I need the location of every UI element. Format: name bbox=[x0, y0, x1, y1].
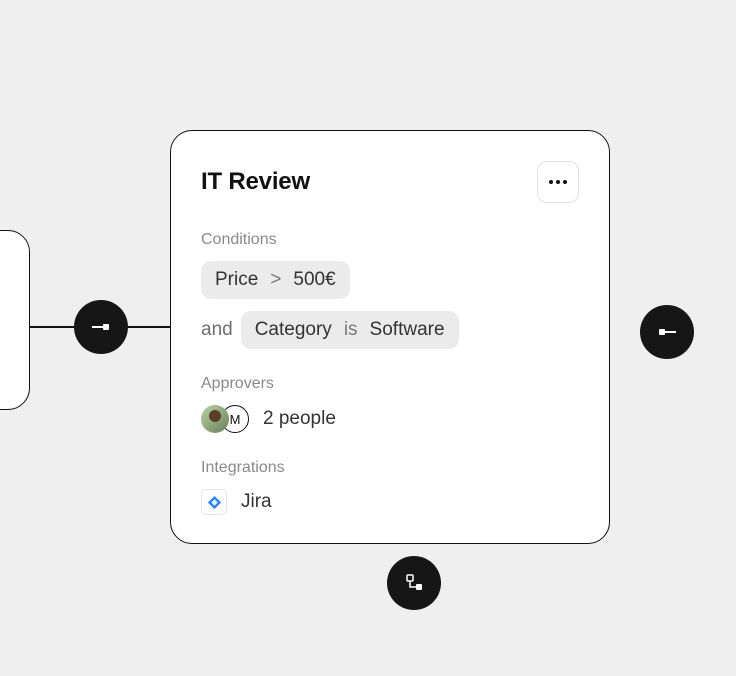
add-branch-node[interactable] bbox=[387, 556, 441, 610]
condition-key: Price bbox=[215, 269, 258, 291]
branch-icon bbox=[404, 574, 424, 592]
condition-row-2: and Category is Software bbox=[201, 311, 579, 349]
integrations-label: Integrations bbox=[201, 459, 579, 477]
condition-key: Category bbox=[255, 319, 332, 341]
condition-value: 500€ bbox=[293, 269, 335, 291]
condition-chip[interactable]: Category is Software bbox=[241, 311, 459, 349]
avatar bbox=[201, 405, 229, 433]
integration-name: Jira bbox=[241, 491, 272, 513]
more-button[interactable] bbox=[537, 161, 579, 203]
more-icon bbox=[549, 180, 553, 184]
condition-op: > bbox=[270, 269, 281, 291]
condition-value: Software bbox=[370, 319, 445, 341]
previous-step-card[interactable] bbox=[0, 230, 30, 410]
flow-node-incoming[interactable] bbox=[74, 300, 128, 354]
avatar-stack[interactable]: M bbox=[201, 405, 249, 433]
approvers-count: 2 people bbox=[263, 408, 336, 430]
card-header: IT Review bbox=[201, 161, 579, 203]
workflow-step-card[interactable]: IT Review Conditions Price > 500€ and Ca… bbox=[170, 130, 610, 544]
approvers-row: M 2 people bbox=[201, 405, 579, 433]
approvers-label: Approvers bbox=[201, 375, 579, 393]
conditions-label: Conditions bbox=[201, 231, 579, 249]
integration-row[interactable]: Jira bbox=[201, 489, 579, 515]
node-in-icon bbox=[92, 322, 110, 332]
jira-icon bbox=[201, 489, 227, 515]
condition-joiner: and bbox=[201, 319, 233, 341]
condition-chip[interactable]: Price > 500€ bbox=[201, 261, 350, 299]
condition-row-1: Price > 500€ bbox=[201, 261, 579, 299]
card-title: IT Review bbox=[201, 168, 310, 196]
condition-op: is bbox=[344, 319, 358, 341]
flow-node-outgoing[interactable] bbox=[640, 305, 694, 359]
node-out-icon bbox=[658, 327, 676, 337]
